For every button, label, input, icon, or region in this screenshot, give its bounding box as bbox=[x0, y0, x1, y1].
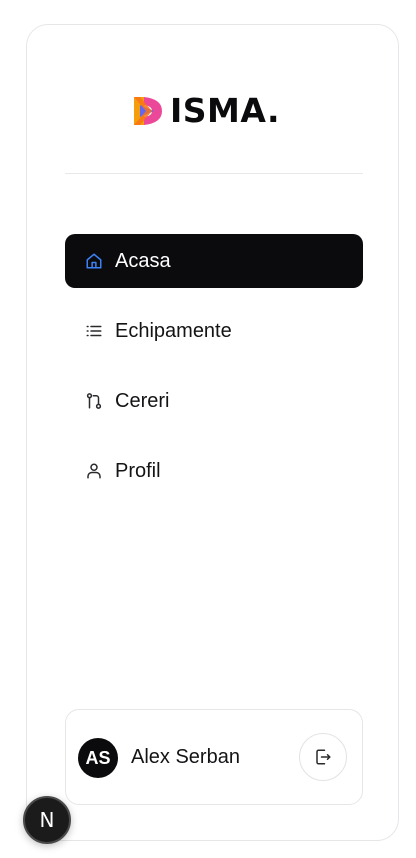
sidebar-item-label: Profil bbox=[115, 460, 161, 482]
sidebar-item-acasa[interactable]: Acasa bbox=[65, 234, 363, 288]
list-icon bbox=[85, 322, 103, 340]
sidebar-item-profil[interactable]: Profil bbox=[65, 444, 363, 498]
sidebar-item-label: Cereri bbox=[115, 390, 170, 412]
sidebar: ISMA. Acasa Echipamente Cereri Profil AS… bbox=[26, 24, 399, 841]
brand-logo-mark bbox=[134, 97, 162, 125]
divider bbox=[65, 173, 363, 174]
brand-logo[interactable]: ISMA. bbox=[132, 94, 280, 128]
brand-name: ISMA. bbox=[170, 91, 281, 130]
sidebar-item-echipamente[interactable]: Echipamente bbox=[65, 304, 363, 358]
sidebar-item-label: Acasa bbox=[115, 250, 171, 272]
git-pull-request-icon bbox=[85, 392, 103, 410]
sidebar-nav: Acasa Echipamente Cereri Profil bbox=[65, 234, 363, 514]
nextjs-icon: N bbox=[39, 808, 55, 832]
sidebar-item-label: Echipamente bbox=[115, 320, 232, 342]
logout-icon bbox=[314, 748, 332, 766]
sidebar-item-cereri[interactable]: Cereri bbox=[65, 374, 363, 428]
user-icon bbox=[85, 462, 103, 480]
logout-button[interactable] bbox=[299, 733, 347, 781]
avatar[interactable]: AS bbox=[78, 738, 118, 778]
home-icon bbox=[85, 252, 103, 270]
user-name: Alex Serban bbox=[131, 746, 240, 768]
nextjs-dev-badge[interactable]: N bbox=[23, 796, 71, 844]
user-card: AS Alex Serban bbox=[65, 709, 363, 805]
